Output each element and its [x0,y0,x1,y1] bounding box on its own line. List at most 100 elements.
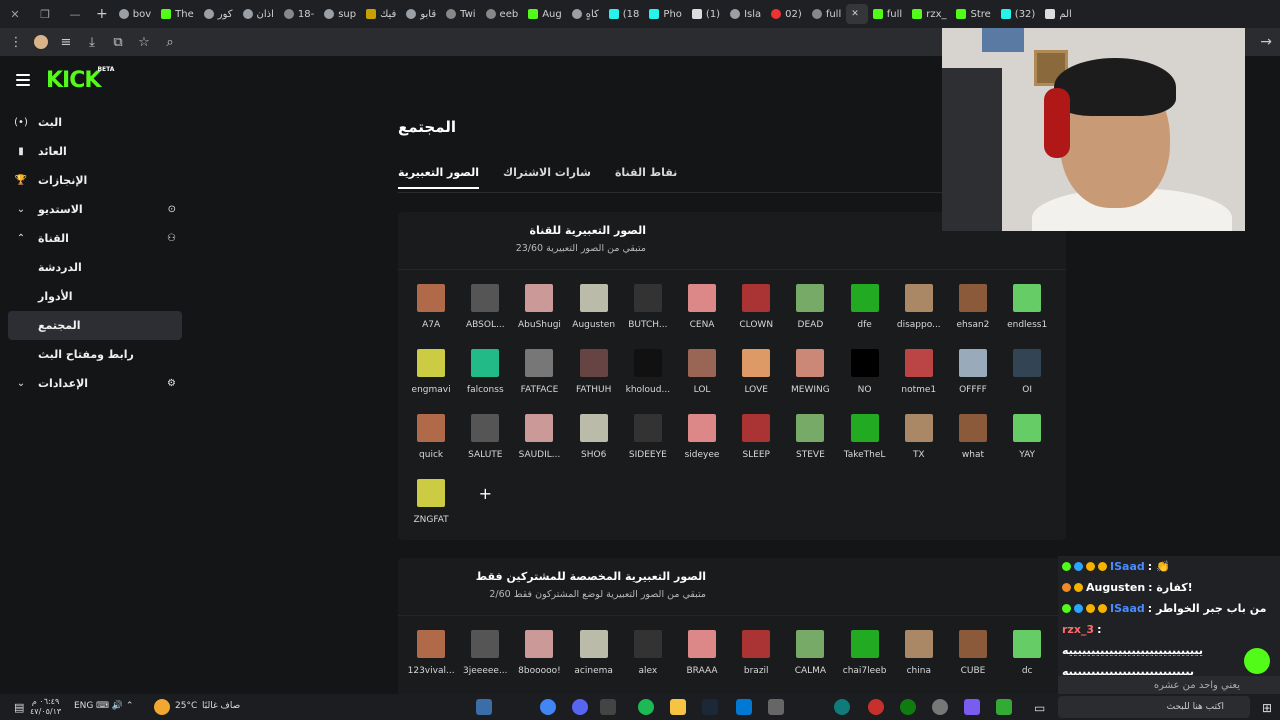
emote-item[interactable]: falconss [458,347,512,406]
weather-icon[interactable] [154,699,170,715]
spotify-icon[interactable] [638,699,654,715]
emote-item[interactable]: sideyee [675,412,729,471]
emote-item[interactable]: 8booooo! [512,628,566,687]
browser-tab[interactable]: eeb [481,4,524,24]
emote-item[interactable]: FATHUH [567,347,621,406]
sidebar-item-studio[interactable]: ⌄ الاستديو ⊙ [8,195,182,224]
sidebar-item-stream[interactable]: (•) البث [8,108,182,137]
tab-1[interactable]: شارات الاشتراك [503,166,591,189]
menu-dots-icon[interactable]: ⋮ [8,35,24,50]
window-restore-icon[interactable]: ❐ [30,8,60,21]
steam-icon[interactable] [702,699,718,715]
emote-item[interactable]: CUBE [946,628,1000,687]
emote-item[interactable]: kholoud... [621,347,675,406]
app-red-icon[interactable] [868,699,884,715]
chat-username[interactable]: Augusten [1086,581,1145,594]
notification-icon[interactable]: ▤ [14,701,24,714]
emote-item[interactable]: chai7leeb [838,628,892,687]
task-view-icon[interactable]: ▭ [1034,701,1045,715]
emote-item[interactable]: brazil [729,628,783,687]
outlook-icon[interactable] [736,699,752,715]
store-icon[interactable] [768,699,784,715]
browser-tab[interactable]: اذان [238,4,279,24]
sidebar-item-channel[interactable]: ⌃ القناة ⚇ [8,224,182,253]
new-tab-button[interactable]: + [90,6,114,22]
sidebar-item-achievements[interactable]: 🏆 الإنجازات [8,166,182,195]
bookmark-star-icon[interactable]: ☆ [136,35,152,50]
hamburger-menu-icon[interactable] [16,74,30,86]
chat-username[interactable]: ISaad [1110,602,1145,615]
sidebar-action-icon[interactable]: ⊙ [168,204,176,215]
emote-item[interactable]: STEVE [783,412,837,471]
emote-item[interactable]: engmavi [404,347,458,406]
emote-item[interactable]: SIDEEYE [621,412,675,471]
emote-item[interactable]: quick [404,412,458,471]
xbox-icon[interactable] [900,699,916,715]
emote-item[interactable]: LOVE [729,347,783,406]
browser-tab[interactable]: Isla [725,4,766,24]
extensions-icon[interactable]: ⧉ [110,35,126,50]
emote-item[interactable]: alex [621,628,675,687]
emote-item[interactable]: 3jeeeee... [458,628,512,687]
playlist-icon[interactable]: ≡ [58,35,74,50]
taskbar-clock[interactable]: ٠٦:٤٩ م ٤٧/٠٥/١٣ [30,697,61,717]
tab-0[interactable]: الصور التعبيرية [398,166,480,189]
window-close-icon[interactable]: ✕ [0,8,30,21]
add-emote-button[interactable]: + [458,477,512,536]
browser-tab[interactable]: Stre [951,4,995,24]
browser-tab[interactable]: (1) [687,4,725,24]
chat-username[interactable]: ISaad [1110,560,1145,573]
sidebar-item-community[interactable]: المجتمع [8,311,182,340]
download-icon[interactable]: ⤓ [84,35,100,50]
emote-item[interactable]: 123vival... [404,628,458,687]
sidebar-action-icon[interactable]: ⚇ [167,233,176,244]
emote-item[interactable]: SAUDIL... [512,412,566,471]
emote-item[interactable]: CLOWN [729,282,783,341]
browser-tab[interactable]: Aug [523,4,567,24]
browser-tab[interactable]: فيك [361,4,401,24]
edge-icon[interactable] [834,699,850,715]
sidebar-item-revenue[interactable]: ▮ العائد [8,137,182,166]
emote-item[interactable]: what [946,412,1000,471]
language-indicator[interactable]: ENG [74,701,93,711]
copilot-icon[interactable] [964,699,980,715]
obs-icon[interactable] [600,699,616,715]
emote-item[interactable]: dc [1000,628,1054,687]
emote-item[interactable]: ZNGFAT [404,477,458,536]
emote-item[interactable]: Augusten [567,282,621,341]
sidebar-action-icon[interactable]: ⚙ [167,378,176,389]
emote-item[interactable]: china [892,628,946,687]
photos-icon[interactable] [996,699,1012,715]
browser-tab[interactable]: 18- [279,4,319,24]
window-minimize-icon[interactable]: — [60,8,90,21]
chrome-icon[interactable] [540,699,556,715]
vscode-icon[interactable] [476,699,492,715]
emote-item[interactable]: SALUTE [458,412,512,471]
emote-item[interactable]: ehsan2 [946,282,1000,341]
search-icon[interactable]: ⌕ [162,35,178,50]
emote-item[interactable]: TX [892,412,946,471]
browser-tab[interactable]: قابو [401,4,441,24]
chat-input[interactable]: يعني واحد من عشره [1058,676,1280,696]
emote-item[interactable]: A7A [404,282,458,341]
emote-item[interactable]: endless1 [1000,282,1054,341]
sidebar-item-settings[interactable]: ⌄ الإعدادات ⚙ [8,369,182,398]
emote-item[interactable]: acinema [567,628,621,687]
emote-item[interactable]: LOL [675,347,729,406]
browser-tab[interactable]: (32) [996,4,1041,24]
browser-tab[interactable]: Pho [644,4,687,24]
windows-start-icon[interactable]: ⊞ [1262,701,1272,715]
emote-item[interactable]: AbuShugi [512,282,566,341]
emote-item[interactable]: TakeTheL [838,412,892,471]
sidebar-item-chat[interactable]: الدردشة [8,253,182,282]
taskbar-search-box[interactable]: اكتب هنا للبحث [1058,696,1250,718]
emote-item[interactable]: BUTCH... [621,282,675,341]
emote-item[interactable]: BRAAA [675,628,729,687]
browser-tab[interactable]: (18 [604,4,645,24]
emote-item[interactable]: notme1 [892,347,946,406]
sidebar-item-stream-key[interactable]: رابط ومفتاح البث [8,340,182,369]
browser-tab[interactable]: sup [319,4,361,24]
emote-item[interactable]: SHO6 [567,412,621,471]
emote-item[interactable]: CENA [675,282,729,341]
emote-item[interactable]: OFFFF [946,347,1000,406]
